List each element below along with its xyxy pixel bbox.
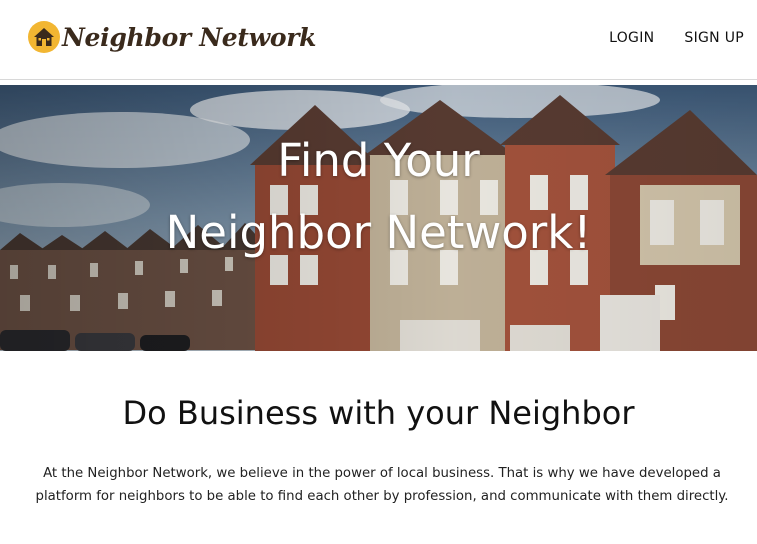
hero-title: Find Your Neighbor Network! bbox=[0, 85, 757, 269]
hero-banner: Find Your Neighbor Network! bbox=[0, 85, 757, 351]
brand-name: Neighbor Network bbox=[62, 22, 317, 52]
house-icon bbox=[28, 21, 60, 53]
login-link[interactable]: LOGIN bbox=[609, 30, 654, 46]
hero-title-line-1: Find Your bbox=[277, 134, 480, 187]
brand-logo-link[interactable]: Neighbor Network bbox=[27, 17, 316, 57]
about-description: At the Neighbor Network, we believe in t… bbox=[35, 466, 729, 504]
nav-links: LOGIN SIGN UP bbox=[609, 30, 744, 46]
hero-title-line-2: Neighbor Network! bbox=[165, 206, 592, 259]
top-navbar: Neighbor Network LOGIN SIGN UP bbox=[0, 0, 757, 80]
about-heading: Do Business with your Neighbor bbox=[122, 394, 635, 432]
signup-link[interactable]: SIGN UP bbox=[684, 30, 744, 46]
